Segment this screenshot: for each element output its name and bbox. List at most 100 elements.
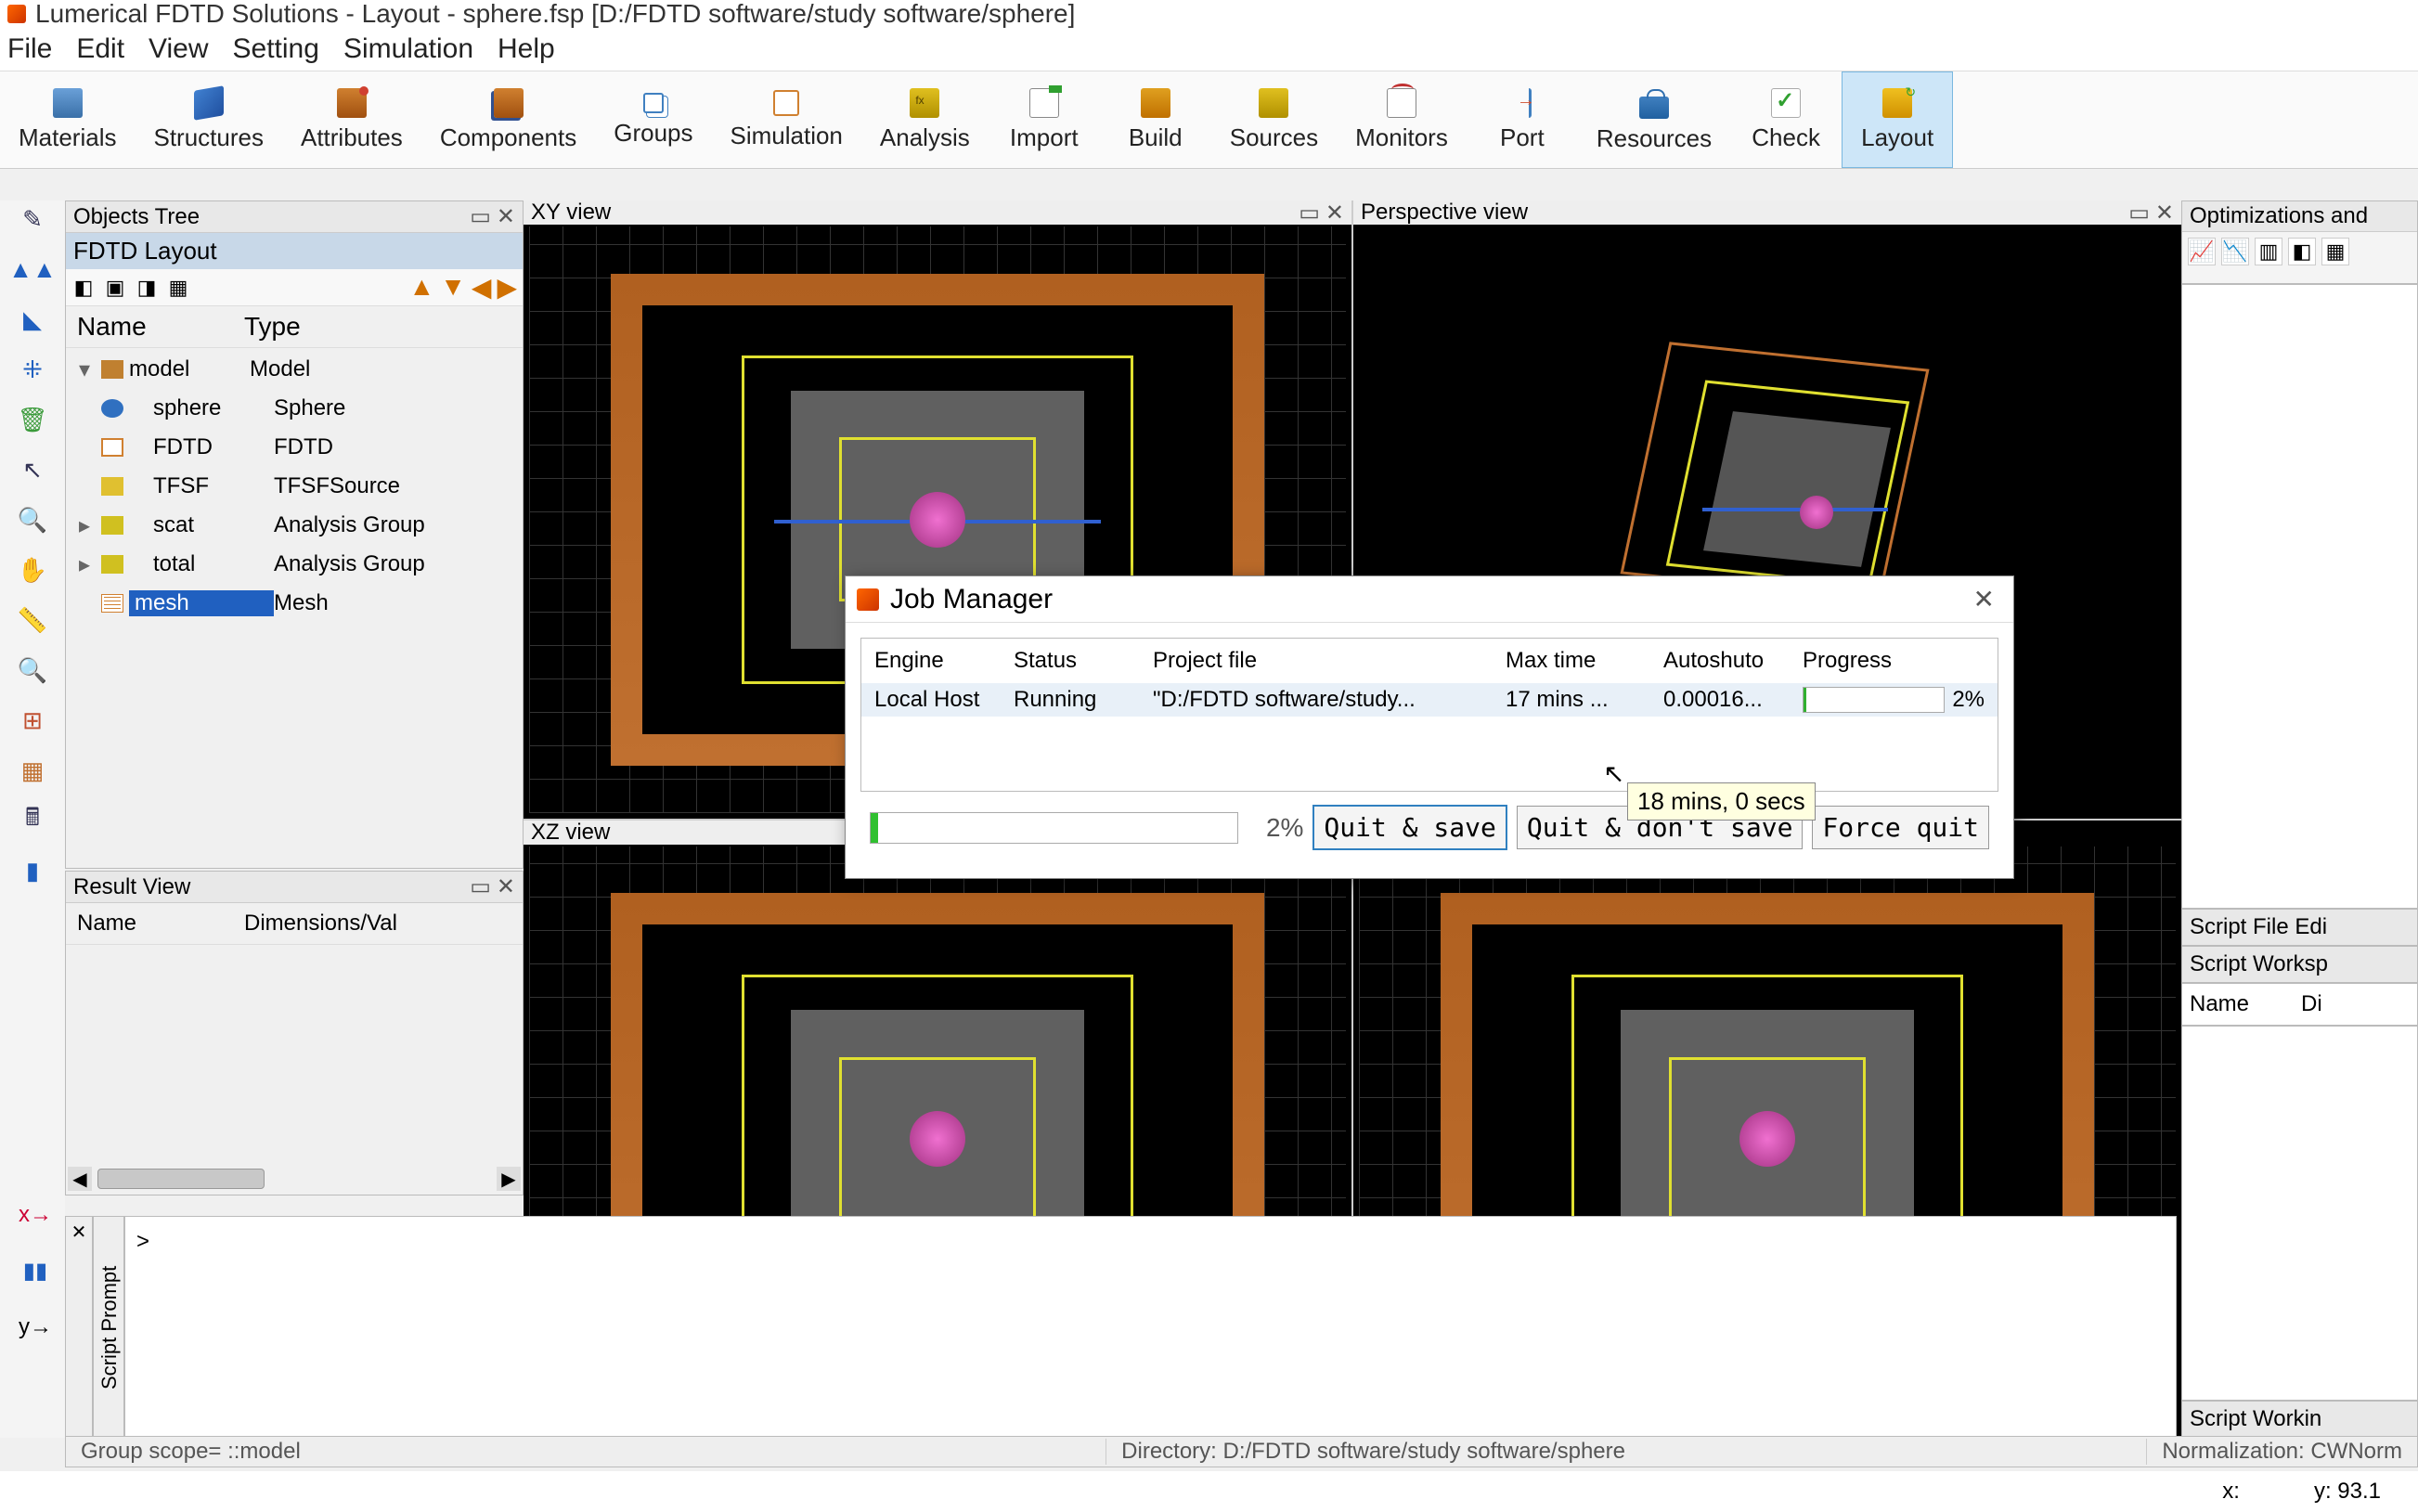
script-file-editor-title[interactable]: Script File Edi [2181,909,2418,946]
panel-close-icon[interactable]: ✕ [497,203,515,230]
tree-up-icon[interactable]: ▲ [408,272,434,303]
toolbar-sources[interactable]: Sources [1211,71,1337,168]
menu-file[interactable]: File [7,33,52,65]
tree-tool-4[interactable]: ▦ [166,276,190,300]
tool-pencil[interactable]: ✎ [16,204,49,234]
script-working-title[interactable]: Script Workin [2181,1401,2418,1438]
toolbar-build[interactable]: Build [1100,71,1211,168]
script-prompt-input[interactable]: > [124,1216,2177,1439]
tool-y-axis[interactable]: y→ [19,1314,52,1340]
tree-col-name[interactable]: Name [77,312,244,342]
job-row[interactable]: Local Host Running "D:/FDTD software/stu… [861,683,1998,717]
tool-bars[interactable]: ▮▮ [23,1258,47,1285]
panel-pin-icon[interactable]: ▭ [470,203,491,230]
menu-bar: File Edit View Setting Simulation Help [0,28,2418,71]
tool-hand[interactable]: ✋ [16,555,49,585]
tool-ruler[interactable]: 📏 [16,605,49,635]
app-logo-icon [7,5,26,23]
toolbar-simulation[interactable]: Simulation [712,71,861,168]
tree-row-model[interactable]: ▾modelModel [73,350,515,389]
toolbar-analysis[interactable]: Analysis [861,71,989,168]
panel-close-icon[interactable]: ✕ [1325,200,1344,226]
scroll-thumb[interactable] [97,1169,265,1189]
panel-pin-icon[interactable]: ▭ [470,873,491,900]
panel-pin-icon[interactable]: ▭ [2128,200,2150,226]
tree-row-scat[interactable]: ▸scatAnalysis Group [73,506,515,545]
tool-triangle[interactable]: ◣ [16,304,49,334]
tree-right-icon[interactable]: ▶ [497,272,517,303]
result-col-name[interactable]: Name [77,911,244,937]
toolbar-components[interactable]: Components [421,71,595,168]
panel-close-icon[interactable]: ✕ [2155,200,2174,226]
col-maxtime[interactable]: Max time [1502,648,1660,674]
dialog-close-icon[interactable]: ✕ [1966,584,2002,614]
mesh-icon [101,594,123,613]
toolbar-layout[interactable]: Layout [1842,71,1953,168]
tree-down-icon[interactable]: ▼ [440,272,466,303]
script-prompt-label: Script Prompt [93,1216,124,1439]
col-autoshutoff[interactable]: Autoshuto [1660,648,1799,674]
tool-pointer[interactable]: ↖ [16,455,49,485]
opt-tool-2[interactable]: 📉 [2221,238,2249,265]
tree-col-type[interactable]: Type [244,312,511,342]
col-engine[interactable]: Engine [871,648,1010,674]
tool-zoom[interactable]: 🔍 [16,505,49,535]
opt-tool-5[interactable]: ▦ [2321,238,2349,265]
footer-bar: x: y: 93.1 [0,1471,2418,1512]
tree-row-total[interactable]: ▸totalAnalysis Group [73,545,515,584]
quit-save-button[interactable]: Quit & save [1312,805,1506,850]
menu-simulation[interactable]: Simulation [343,33,473,65]
scroll-right-icon[interactable]: ▶ [497,1167,521,1191]
tool-x-axis[interactable]: x→ [19,1202,52,1228]
tool-box[interactable]: ▦ [16,756,49,785]
force-quit-button[interactable]: Force quit [1812,806,1989,849]
tree-tool-1[interactable]: ◧ [71,276,96,300]
toolbar-check[interactable]: Check [1730,71,1842,168]
scroll-left-icon[interactable]: ◀ [68,1167,92,1191]
tree-row-mesh[interactable]: meshMesh [73,584,515,623]
tree-row-tfsf[interactable]: TFSFTFSFSource [73,467,515,506]
import-icon [1029,88,1059,118]
panel-close-icon[interactable]: ✕ [497,873,515,900]
toolbar-monitors[interactable]: Monitors [1337,71,1467,168]
result-col-dims[interactable]: Dimensions/Val [244,911,511,937]
tool-slab[interactable]: ▮ [16,856,49,885]
workspace-col-name[interactable]: Name [2190,991,2301,1017]
tree-left-icon[interactable]: ◀ [472,272,492,303]
tool-triangles[interactable]: ▲▲ [16,254,49,284]
tool-grid[interactable]: ⁜ [16,355,49,384]
panel-pin-icon[interactable]: ▭ [1299,200,1320,226]
opt-tool-3[interactable]: ▥ [2255,238,2282,265]
toolbar-structures[interactable]: Structures [135,71,282,168]
toolbar-materials[interactable]: Materials [0,71,135,168]
toolbar-port[interactable]: Port [1467,71,1578,168]
col-project[interactable]: Project file [1149,648,1502,674]
toolbar-resources[interactable]: Resources [1578,71,1730,168]
opt-tool-1[interactable]: 📈 [2188,238,2216,265]
tool-matrix[interactable]: ⊞ [16,705,49,735]
dialog-titlebar[interactable]: Job Manager ✕ [846,576,2013,623]
tree-tool-2[interactable]: ▣ [103,276,127,300]
col-status[interactable]: Status [1010,648,1149,674]
cell-engine: Local Host [871,687,1010,713]
script-workspace-title[interactable]: Script Worksp [2181,946,2418,983]
tree-row-fdtd[interactable]: FDTDFDTD [73,428,515,467]
tool-calc[interactable]: 🖩 [16,806,49,835]
toolbar-groups[interactable]: Groups [595,71,711,168]
overall-progress-bar [870,812,1238,844]
menu-view[interactable]: View [149,33,208,65]
tool-trash[interactable]: 🗑 [16,405,49,434]
col-progress[interactable]: Progress [1799,648,1988,674]
tree-row-sphere[interactable]: sphereSphere [73,389,515,428]
menu-help[interactable]: Help [498,33,555,65]
menu-setting[interactable]: Setting [233,33,319,65]
workspace-col-di[interactable]: Di [2301,991,2322,1017]
opt-tool-4[interactable]: ◧ [2288,238,2316,265]
script-close-icon[interactable]: ✕ [65,1216,93,1439]
result-scrollbar[interactable]: ◀ ▶ [66,1163,523,1195]
tree-tool-3[interactable]: ◨ [135,276,159,300]
menu-edit[interactable]: Edit [76,33,124,65]
toolbar-attributes[interactable]: Attributes [282,71,421,168]
tool-zoomfit[interactable]: 🔍 [16,655,49,685]
toolbar-import[interactable]: Import [989,71,1100,168]
